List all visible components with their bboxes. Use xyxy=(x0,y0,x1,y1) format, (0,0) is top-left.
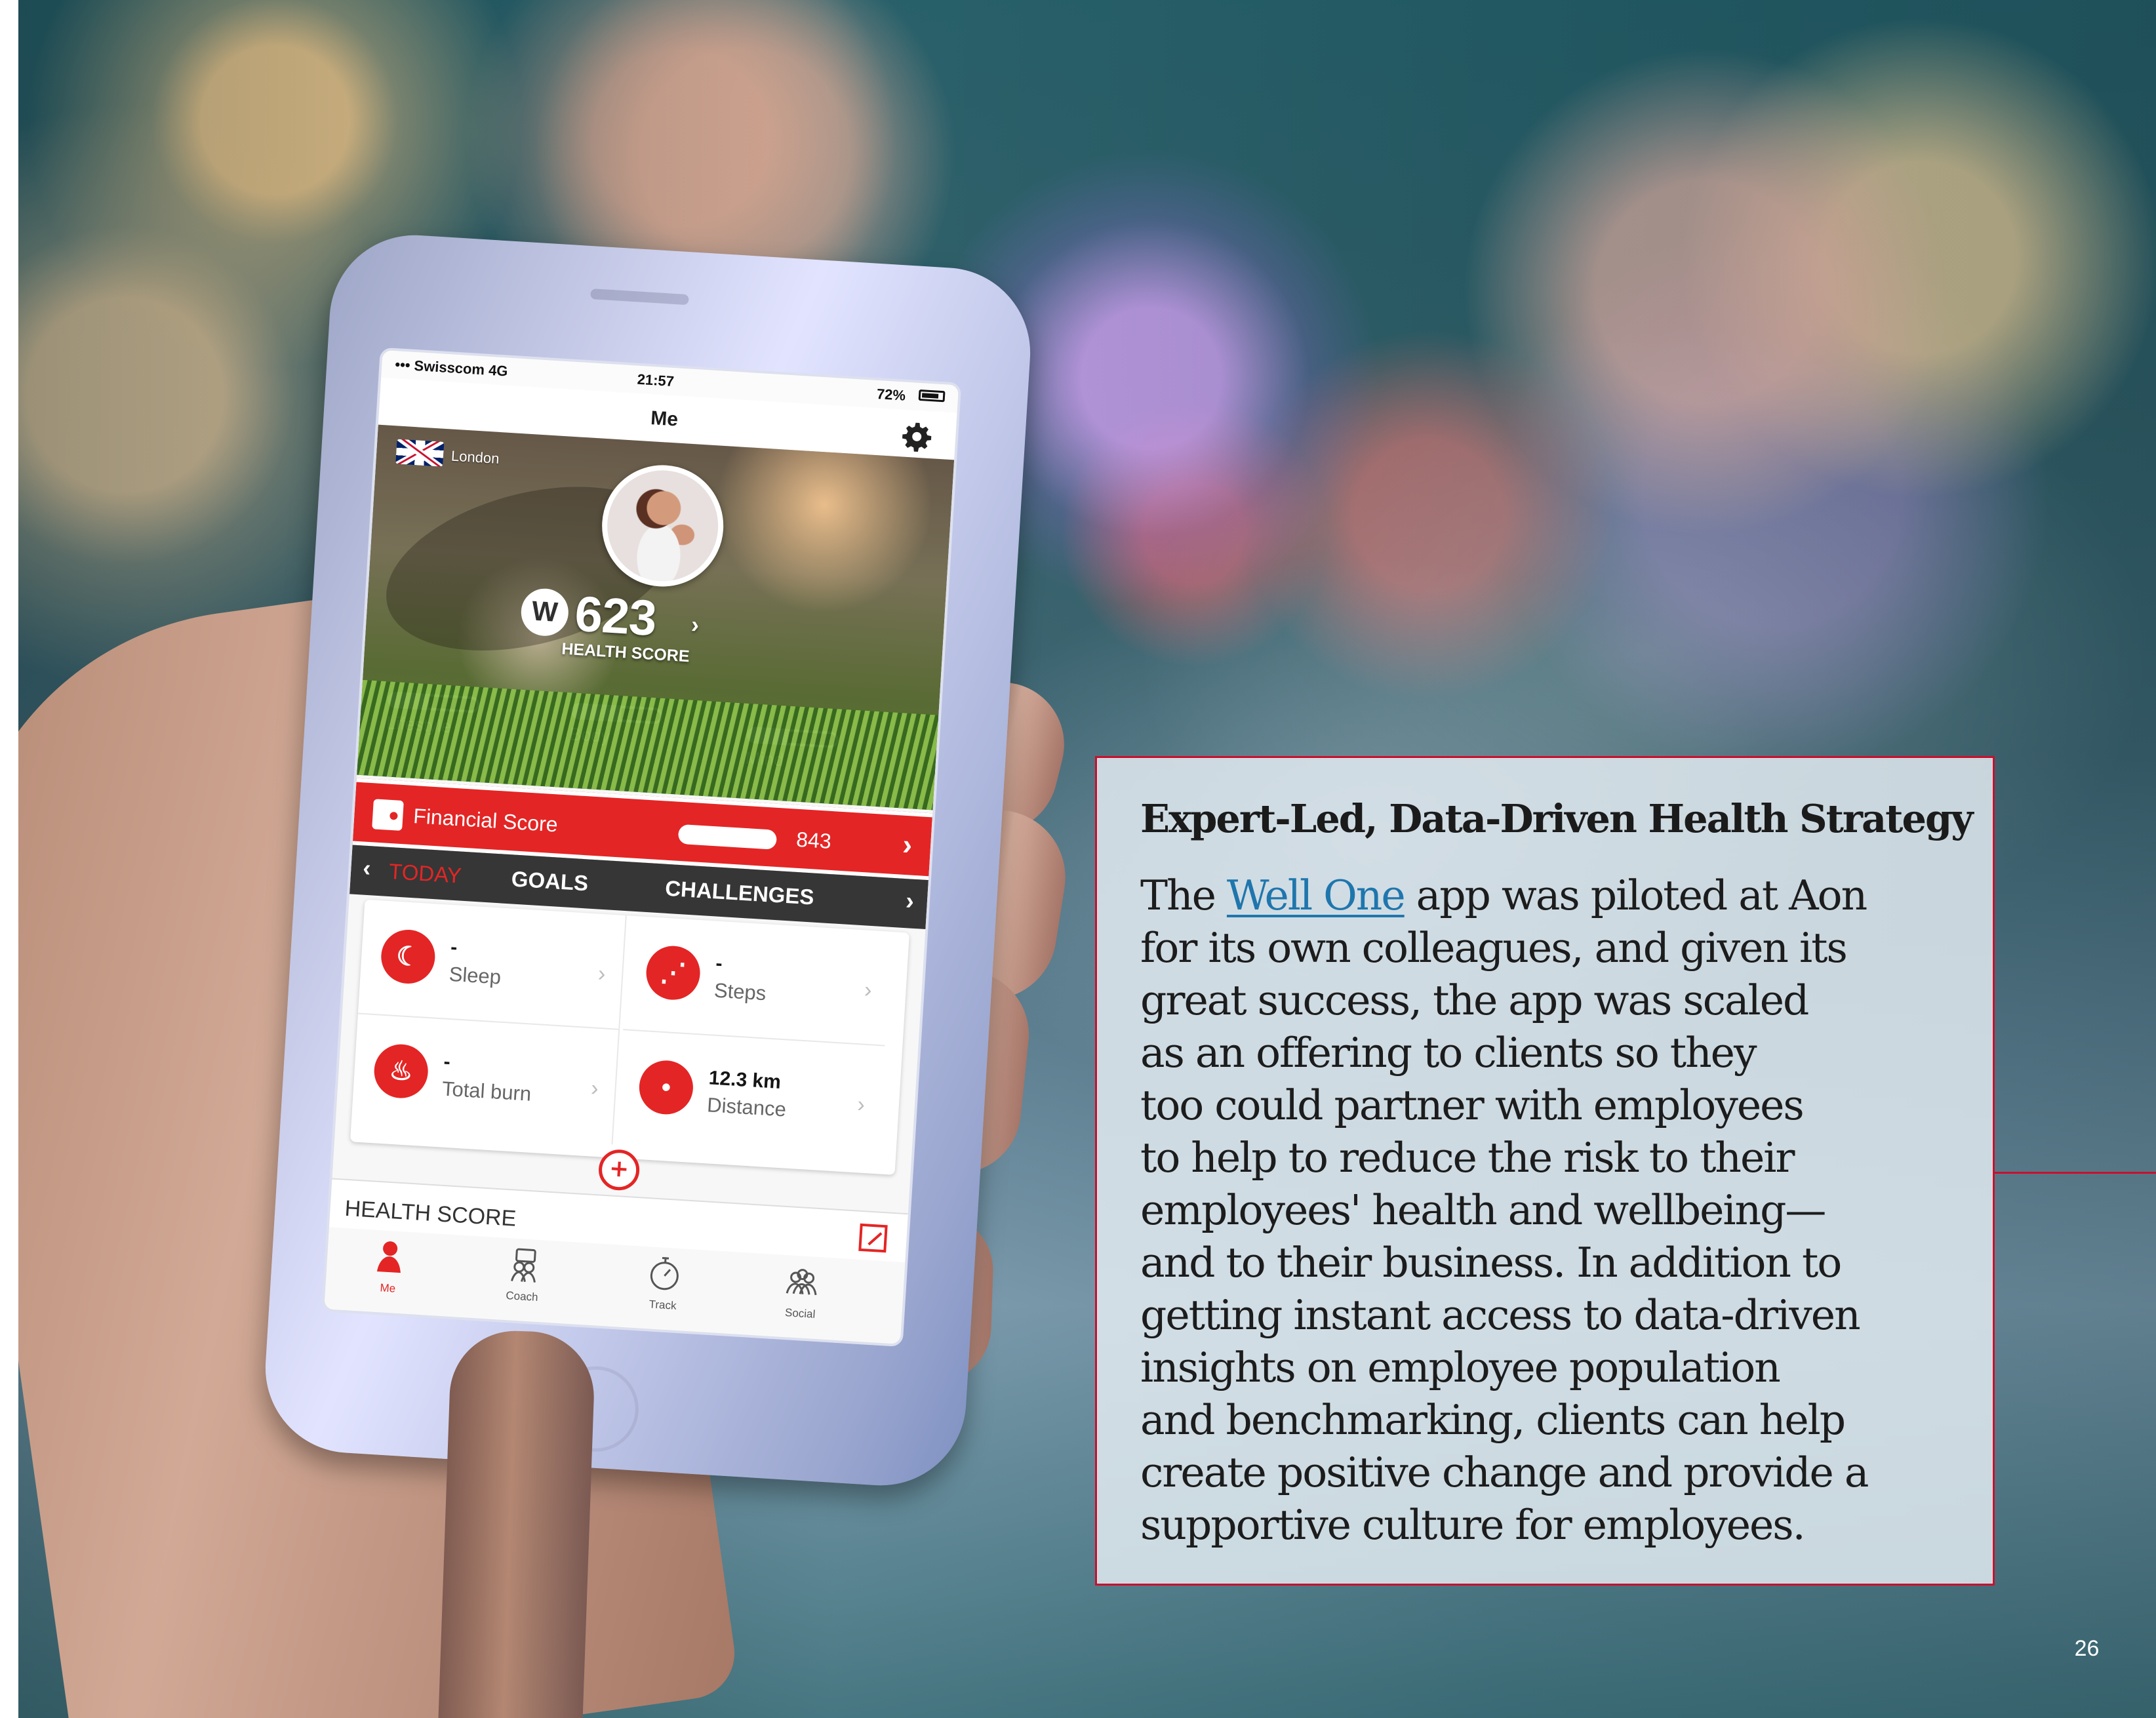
tab-challenges[interactable]: CHALLENGES xyxy=(664,876,814,910)
signal-icon: ••• xyxy=(394,356,411,374)
sleep-label: Sleep xyxy=(448,962,502,989)
stopwatch-icon xyxy=(650,1256,679,1290)
article-line: and benchmarking, clients can help xyxy=(1140,1396,1846,1444)
gear-icon[interactable] xyxy=(900,420,934,453)
article-line: great success, the app was scaled xyxy=(1140,976,1809,1024)
profile-icon xyxy=(376,1241,401,1273)
sleep-icon: ☾ xyxy=(379,928,437,986)
nav-label-social: Social xyxy=(784,1306,816,1321)
social-icon xyxy=(786,1269,817,1296)
article-first-line-suffix: app was piloted at Aon xyxy=(1404,871,1868,919)
wallet-icon xyxy=(372,799,404,831)
decorative-red-rule xyxy=(1995,1172,2156,1174)
nav-item-coach[interactable]: Coach xyxy=(472,1243,574,1317)
well-one-logo-icon: W xyxy=(519,587,570,637)
tab-today[interactable]: TODAY xyxy=(388,859,462,889)
wellness-app-screen: ••• Swisscom 4G 21:57 72% Me London W 62… xyxy=(321,347,962,1348)
article-line: The Well One app was piloted at Aon xyxy=(1140,869,1907,922)
nav-item-social[interactable]: Social xyxy=(750,1260,852,1334)
steps-card[interactable]: ⋰ - Steps › xyxy=(623,915,892,1047)
sleep-card[interactable]: ☾ - Sleep › xyxy=(357,899,627,1030)
body-label: Body xyxy=(569,724,610,747)
financial-score-label: Financial Score xyxy=(412,804,559,837)
page-number: 26 xyxy=(2074,1636,2100,1661)
article-callout: Expert-Led, Data-Driven Health Strategy … xyxy=(1095,756,1995,1586)
article-line: create positive change and provide a xyxy=(1140,1448,1869,1496)
phone-speaker xyxy=(590,289,689,306)
steps-value: - xyxy=(715,952,723,975)
expand-icon[interactable] xyxy=(858,1223,888,1253)
well-one-link[interactable]: Well One xyxy=(1227,871,1406,919)
tab-goals[interactable]: GOALS xyxy=(511,866,589,896)
thumb-image xyxy=(437,1328,597,1718)
nav-item-me[interactable]: Me xyxy=(338,1235,440,1309)
chevron-right-icon[interactable]: › xyxy=(905,887,915,916)
distance-card[interactable]: • 12.3 km Distance › xyxy=(616,1030,885,1161)
sleep-value: - xyxy=(450,936,458,959)
health-score-summary[interactable]: W 623 › HEALTH SCORE xyxy=(518,585,745,674)
distance-icon: • xyxy=(637,1058,695,1116)
financial-progress-bar xyxy=(677,824,778,850)
avatar[interactable] xyxy=(598,461,727,590)
nav-label-me: Me xyxy=(380,1281,396,1295)
body-progress-bar xyxy=(570,702,664,725)
nav-item-track[interactable]: Track xyxy=(612,1251,715,1326)
article-line: as an offering to clients so they xyxy=(1140,1029,1757,1077)
article-line: too could partner with employees xyxy=(1140,1081,1805,1129)
lifestyle-metric[interactable]: Lifestyle xyxy=(385,691,525,752)
total-burn-label: Total burn xyxy=(441,1077,532,1106)
financial-score-value: 843 xyxy=(795,827,832,853)
chevron-right-icon: › xyxy=(690,610,700,639)
chevron-right-icon: › xyxy=(597,961,607,987)
chevron-right-icon: › xyxy=(590,1075,599,1102)
chevron-left-icon[interactable]: ‹ xyxy=(362,854,371,883)
signal-carrier: ••• Swisscom 4G xyxy=(395,356,509,380)
uk-flag-icon xyxy=(395,439,445,467)
carrier-name: Swisscom xyxy=(413,357,485,378)
article-line: and to their business. In addition to xyxy=(1140,1239,1842,1287)
brochure-page: ••• Swisscom 4G 21:57 72% Me London W 62… xyxy=(0,0,2156,1718)
network-type: 4G xyxy=(488,361,509,380)
steps-icon: ⋰ xyxy=(645,944,702,1002)
mind-label: Mind xyxy=(744,748,785,770)
phone-device: ••• Swisscom 4G 21:57 72% Me London W 62… xyxy=(260,230,1035,1490)
activity-card-grid: ☾ - Sleep › ⋰ - Steps › ♨ - Total burn ›… xyxy=(349,899,909,1175)
battery-percentage: 72% xyxy=(876,386,906,404)
health-score-section-label: HEALTH SCORE xyxy=(344,1195,517,1231)
distance-label: Distance xyxy=(706,1093,787,1121)
lifestyle-label: Lifestyle xyxy=(386,713,452,737)
distance-value: 12.3 km xyxy=(708,1067,782,1093)
body-metric[interactable]: Body xyxy=(569,702,709,763)
health-profile-hero: London W 623 › HEALTH SCORE Lifestyle Bo… xyxy=(357,424,955,810)
mind-metric[interactable]: Mind xyxy=(744,726,885,788)
article-line: getting instant access to data-driven xyxy=(1140,1291,1861,1339)
chevron-right-icon: › xyxy=(864,977,873,1003)
article-line: employees' health and wellbeing— xyxy=(1140,1186,1826,1234)
article-body: The Well One app was piloted at Aon for … xyxy=(1140,869,1907,1551)
article-prefix: The xyxy=(1140,871,1227,919)
flame-icon: ♨ xyxy=(372,1043,430,1100)
nav-label-coach: Coach xyxy=(505,1289,539,1304)
mind-progress-bar xyxy=(746,726,839,749)
article-line: for its own colleagues, and given its xyxy=(1140,924,1848,972)
battery-icon xyxy=(918,389,946,403)
article-line: insights on employee population xyxy=(1140,1344,1781,1391)
health-score-label: HEALTH SCORE xyxy=(561,639,690,666)
article-line: supportive culture for employees. xyxy=(1140,1501,1806,1549)
status-time: 21:57 xyxy=(637,370,675,390)
article-title: Expert-Led, Data-Driven Health Strategy xyxy=(1140,796,1974,841)
nav-label-track: Track xyxy=(649,1298,677,1312)
location-label: London xyxy=(450,447,500,468)
total-burn-card[interactable]: ♨ - Total burn › xyxy=(351,1014,620,1145)
health-score-value: 623 xyxy=(573,586,658,647)
lifestyle-progress-bar xyxy=(387,691,480,713)
chevron-right-icon: › xyxy=(856,1092,866,1117)
page-title: Me xyxy=(650,407,679,431)
coach-icon xyxy=(510,1248,536,1283)
chevron-right-icon: › xyxy=(902,828,913,862)
steps-label: Steps xyxy=(713,978,767,1005)
total-burn-value: - xyxy=(443,1050,451,1073)
article-line: to help to reduce the risk to their xyxy=(1140,1134,1795,1182)
